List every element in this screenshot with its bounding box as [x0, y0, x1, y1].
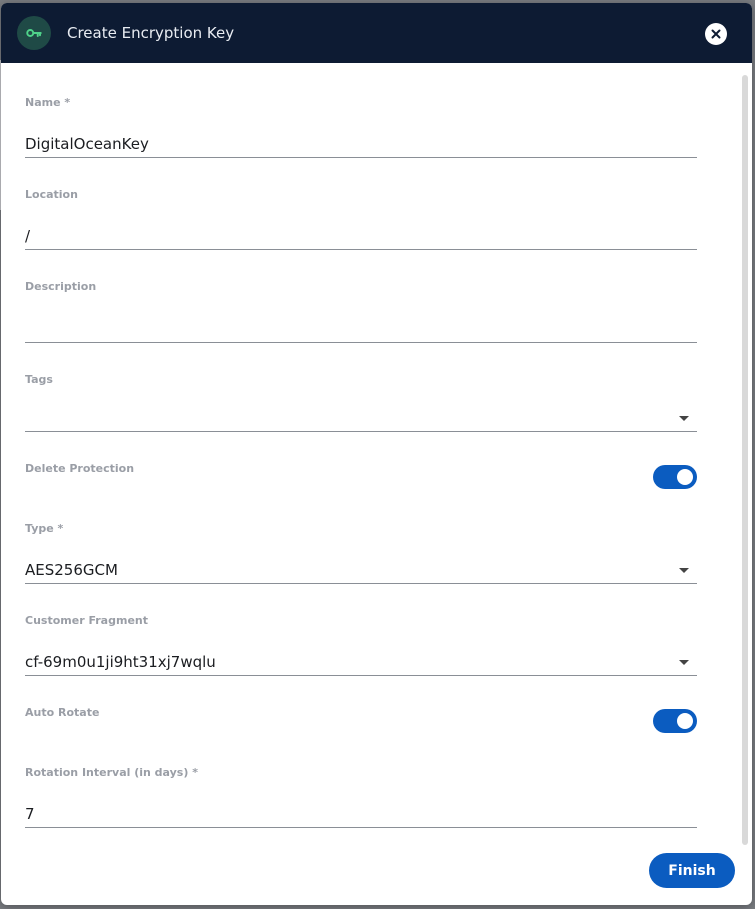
description-label: Description — [25, 280, 97, 293]
name-value: DigitalOceanKey — [25, 135, 149, 153]
description-input[interactable] — [25, 315, 697, 343]
rotation-interval-input[interactable]: 7 — [25, 800, 697, 828]
dialog-scrollbar[interactable] — [742, 75, 748, 845]
tags-select[interactable] — [25, 404, 697, 432]
location-label: Location — [25, 188, 78, 201]
finish-button[interactable]: Finish — [649, 853, 735, 888]
customer-fragment-label: Customer Fragment — [25, 614, 148, 627]
delete-protection-toggle[interactable] — [653, 465, 697, 489]
delete-protection-label: Delete Protection — [25, 462, 135, 475]
type-label: Type * — [25, 522, 64, 535]
close-icon[interactable] — [705, 23, 727, 45]
create-encryption-key-dialog: Create Encryption Key Name * DigitalOcea… — [1, 3, 752, 905]
toggle-knob — [677, 469, 693, 485]
rotation-interval-value: 7 — [25, 805, 35, 823]
auto-rotate-label: Auto Rotate — [25, 706, 100, 719]
location-input[interactable]: / — [25, 222, 697, 250]
dialog-title: Create Encryption Key — [67, 24, 235, 42]
name-label: Name * — [25, 96, 71, 109]
customer-fragment-select[interactable]: cf-69m0u1ji9ht31xj7wqlu — [25, 648, 697, 676]
tags-label: Tags — [25, 373, 53, 386]
location-value: / — [25, 227, 31, 245]
dialog-body: Name * DigitalOceanKey Location / Descri… — [1, 63, 752, 905]
type-select[interactable]: AES256GCM — [25, 556, 697, 584]
name-input[interactable]: DigitalOceanKey — [25, 130, 697, 158]
chevron-down-icon — [679, 660, 689, 665]
toggle-knob — [677, 713, 693, 729]
auto-rotate-toggle[interactable] — [653, 709, 697, 733]
key-icon — [17, 16, 51, 50]
dialog-header: Create Encryption Key — [1, 3, 752, 63]
rotation-interval-label: Rotation Interval (in days) * — [25, 766, 198, 779]
type-value: AES256GCM — [25, 561, 118, 579]
chevron-down-icon — [679, 416, 689, 421]
customer-fragment-value: cf-69m0u1ji9ht31xj7wqlu — [25, 653, 216, 671]
chevron-down-icon — [679, 568, 689, 573]
